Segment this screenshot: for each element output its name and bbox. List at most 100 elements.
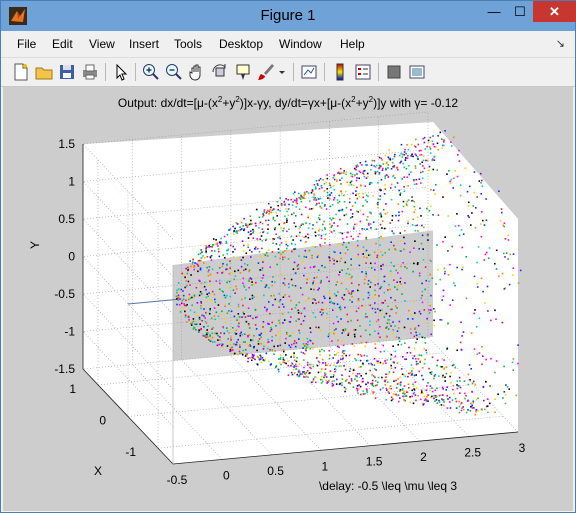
title-bar[interactable]: Figure 1 — ☐ ✕ bbox=[1, 1, 576, 31]
limit-cycle-point bbox=[450, 141, 452, 143]
limit-cycle-point bbox=[441, 376, 444, 378]
limit-cycle-point bbox=[309, 347, 312, 350]
limit-cycle-point bbox=[321, 229, 324, 232]
limit-cycle-point bbox=[331, 382, 334, 385]
limit-cycle-point bbox=[481, 345, 483, 348]
limit-cycle-point bbox=[338, 346, 340, 349]
zoom-in-icon[interactable] bbox=[141, 62, 161, 82]
limit-cycle-point bbox=[277, 331, 279, 333]
limit-cycle-point bbox=[206, 329, 208, 331]
limit-cycle-point bbox=[196, 302, 199, 304]
print-icon[interactable] bbox=[80, 62, 100, 82]
pan-hand-icon[interactable] bbox=[187, 62, 207, 82]
limit-cycle-point bbox=[426, 145, 428, 148]
limit-cycle-point bbox=[255, 295, 257, 298]
limit-cycle-point bbox=[459, 194, 462, 197]
limit-cycle-point bbox=[438, 401, 441, 403]
brush-icon[interactable] bbox=[256, 62, 276, 82]
menu-help[interactable]: Help bbox=[340, 37, 365, 51]
limit-cycle-point bbox=[459, 184, 462, 186]
menu-tools[interactable]: Tools bbox=[174, 37, 202, 51]
limit-cycle-point bbox=[414, 224, 417, 227]
colorbar-icon[interactable] bbox=[330, 62, 350, 82]
limit-cycle-point bbox=[210, 259, 213, 261]
show-plot-tools-icon[interactable] bbox=[407, 62, 427, 82]
limit-cycle-point bbox=[367, 215, 369, 218]
save-icon[interactable] bbox=[57, 62, 77, 82]
limit-cycle-point bbox=[333, 178, 336, 181]
limit-cycle-point bbox=[351, 295, 353, 298]
limit-cycle-point bbox=[359, 393, 362, 396]
limit-cycle-point bbox=[371, 382, 374, 385]
limit-cycle-point bbox=[311, 254, 313, 257]
limit-cycle-point bbox=[281, 303, 284, 306]
limit-cycle-point bbox=[406, 204, 408, 207]
open-file-icon[interactable] bbox=[34, 62, 54, 82]
menu-insert[interactable]: Insert bbox=[129, 37, 159, 51]
limit-cycle-point bbox=[233, 343, 235, 346]
rotate-3d-icon[interactable] bbox=[210, 62, 230, 82]
data-cursor-icon[interactable] bbox=[233, 62, 253, 82]
limit-cycle-point bbox=[250, 230, 252, 232]
limit-cycle-point bbox=[410, 332, 412, 334]
new-figure-icon[interactable] bbox=[11, 62, 31, 82]
limit-cycle-point bbox=[279, 237, 281, 240]
limit-cycle-point bbox=[332, 177, 334, 179]
zoom-out-icon[interactable] bbox=[164, 62, 184, 82]
limit-cycle-point bbox=[455, 407, 458, 409]
limit-cycle-point bbox=[191, 263, 194, 265]
limit-cycle-point bbox=[356, 380, 358, 382]
limit-cycle-point bbox=[501, 211, 503, 214]
limit-cycle-point bbox=[397, 203, 400, 205]
menu-desktop[interactable]: Desktop bbox=[219, 37, 263, 51]
menu-file[interactable]: File bbox=[17, 37, 36, 51]
limit-cycle-point bbox=[369, 304, 371, 307]
limit-cycle-point bbox=[196, 313, 199, 316]
limit-cycle-point bbox=[416, 216, 419, 219]
limit-cycle-point bbox=[326, 382, 328, 384]
menu-window[interactable]: Window bbox=[279, 37, 322, 51]
limit-cycle-point bbox=[303, 195, 305, 197]
limit-cycle-point bbox=[292, 268, 295, 270]
limit-cycle-point bbox=[368, 224, 370, 226]
limit-cycle-point bbox=[443, 141, 445, 143]
limit-cycle-point bbox=[187, 316, 190, 319]
3d-axes[interactable]: -0.5 0 0.5 1 1.5 2 2.5 310-11.510.50-0.5-1-1.5 … bbox=[3, 87, 573, 511]
limit-cycle-point bbox=[333, 189, 336, 191]
limit-cycle-point bbox=[328, 280, 330, 283]
close-button[interactable]: ✕ bbox=[533, 1, 576, 22]
limit-cycle-point bbox=[405, 167, 408, 170]
limit-cycle-point bbox=[335, 354, 337, 356]
limit-cycle-point bbox=[350, 235, 352, 238]
link-plot-icon[interactable] bbox=[299, 62, 319, 82]
limit-cycle-point bbox=[371, 363, 373, 366]
limit-cycle-point bbox=[264, 306, 266, 309]
brush-dropdown-icon[interactable] bbox=[277, 62, 287, 82]
limit-cycle-point bbox=[420, 171, 422, 174]
limit-cycle-point bbox=[517, 362, 519, 365]
pointer-icon[interactable] bbox=[111, 62, 131, 82]
hide-plot-tools-icon[interactable] bbox=[384, 62, 404, 82]
limit-cycle-point bbox=[177, 299, 180, 301]
limit-cycle-point bbox=[185, 279, 187, 282]
limit-cycle-point bbox=[309, 366, 311, 369]
limit-cycle-point bbox=[252, 317, 254, 320]
maximize-button[interactable]: ☐ bbox=[507, 1, 533, 22]
legend-icon[interactable] bbox=[353, 62, 373, 82]
limit-cycle-point bbox=[402, 162, 405, 165]
limit-cycle-point bbox=[411, 153, 413, 156]
limit-cycle-point bbox=[300, 198, 303, 200]
dock-arrow-icon[interactable]: ↘ bbox=[556, 37, 565, 50]
minimize-button[interactable]: — bbox=[481, 1, 507, 22]
limit-cycle-point bbox=[504, 256, 506, 258]
limit-cycle-point bbox=[442, 144, 445, 147]
limit-cycle-point bbox=[422, 165, 424, 167]
limit-cycle-point bbox=[354, 378, 356, 381]
limit-cycle-point bbox=[361, 228, 363, 230]
menu-edit[interactable]: Edit bbox=[52, 37, 73, 51]
limit-cycle-point bbox=[312, 342, 314, 345]
menu-view[interactable]: View bbox=[89, 37, 115, 51]
limit-cycle-point bbox=[329, 364, 331, 367]
limit-cycle-point bbox=[326, 191, 329, 194]
limit-cycle-point bbox=[388, 392, 391, 394]
